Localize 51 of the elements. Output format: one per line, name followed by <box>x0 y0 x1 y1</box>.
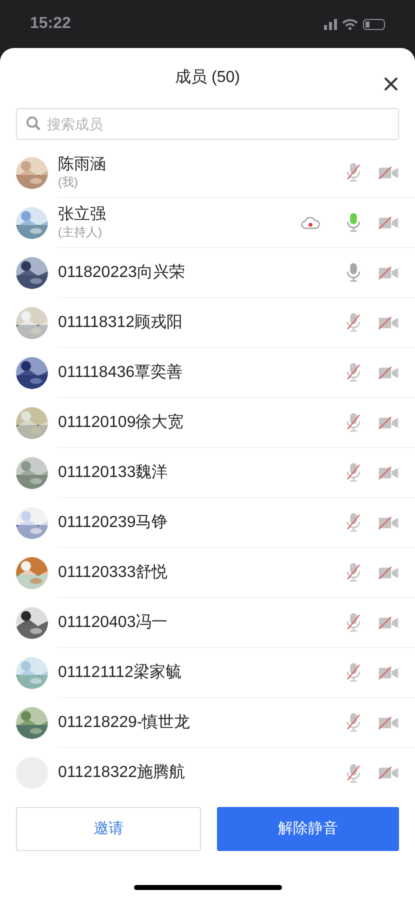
video-off-icon[interactable] <box>378 166 399 180</box>
video-off-icon[interactable] <box>378 416 399 430</box>
muted-microphone-icon[interactable] <box>345 462 362 483</box>
muted-microphone-icon[interactable] <box>345 312 362 333</box>
member-name: 陈雨涵 <box>58 155 107 175</box>
video-off-icon[interactable] <box>378 666 399 680</box>
muted-microphone-icon[interactable] <box>345 362 362 383</box>
member-name: 011120109徐大宽 <box>58 412 185 432</box>
wifi-icon <box>342 18 358 30</box>
member-name: 011120333舒悦 <box>58 562 169 582</box>
member-name: 011218322施腾航 <box>58 763 186 783</box>
member-name: 011120133魏洋 <box>58 462 169 482</box>
video-off-icon[interactable] <box>378 566 399 580</box>
battery-icon <box>363 18 385 30</box>
microphone-icon[interactable] <box>345 262 362 283</box>
video-off-icon[interactable] <box>378 766 399 780</box>
member-role: (主持人) <box>58 225 103 240</box>
video-off-icon[interactable] <box>378 616 399 630</box>
video-off-icon[interactable] <box>378 366 399 380</box>
muted-microphone-icon[interactable] <box>345 412 362 433</box>
video-off-icon[interactable] <box>378 216 399 230</box>
dialog-title: 成员 (50) <box>175 68 240 88</box>
member-name: 张立强 <box>58 205 107 225</box>
status-time: 15:22 <box>30 14 71 34</box>
muted-microphone-icon[interactable] <box>345 512 362 533</box>
member-name: 011121112梁家毓 <box>58 662 182 682</box>
video-off-icon[interactable] <box>378 316 399 330</box>
search-field[interactable]: 搜索成员 <box>16 108 399 140</box>
signal-icon <box>324 18 337 30</box>
unmute-all-button[interactable]: 解除静音 <box>216 807 399 851</box>
member-name: 011120403冯一 <box>58 612 169 632</box>
member-name: 011120239马铮 <box>58 512 169 532</box>
member-name: 011118312顾戎阳 <box>58 312 184 332</box>
muted-microphone-icon[interactable] <box>345 562 362 583</box>
microphone-icon[interactable] <box>345 212 362 233</box>
video-off-icon[interactable] <box>378 466 399 480</box>
search-icon <box>26 116 41 131</box>
muted-microphone-icon[interactable] <box>345 662 362 683</box>
member-name: 011820223向兴荣 <box>58 262 186 282</box>
muted-microphone-icon[interactable] <box>345 612 362 633</box>
video-off-icon[interactable] <box>378 516 399 530</box>
video-off-icon[interactable] <box>378 266 399 280</box>
video-off-icon[interactable] <box>378 716 399 730</box>
member-name: 011118436覃奕善 <box>58 362 184 382</box>
member-name: 011218229-慎世龙 <box>58 712 192 732</box>
muted-microphone-icon[interactable] <box>345 162 362 183</box>
close-button[interactable] <box>383 76 399 92</box>
member-role: (我) <box>58 175 79 190</box>
muted-microphone-icon[interactable] <box>345 762 362 784</box>
invite-button[interactable]: 邀请 <box>16 807 200 851</box>
muted-microphone-icon[interactable] <box>345 712 362 733</box>
